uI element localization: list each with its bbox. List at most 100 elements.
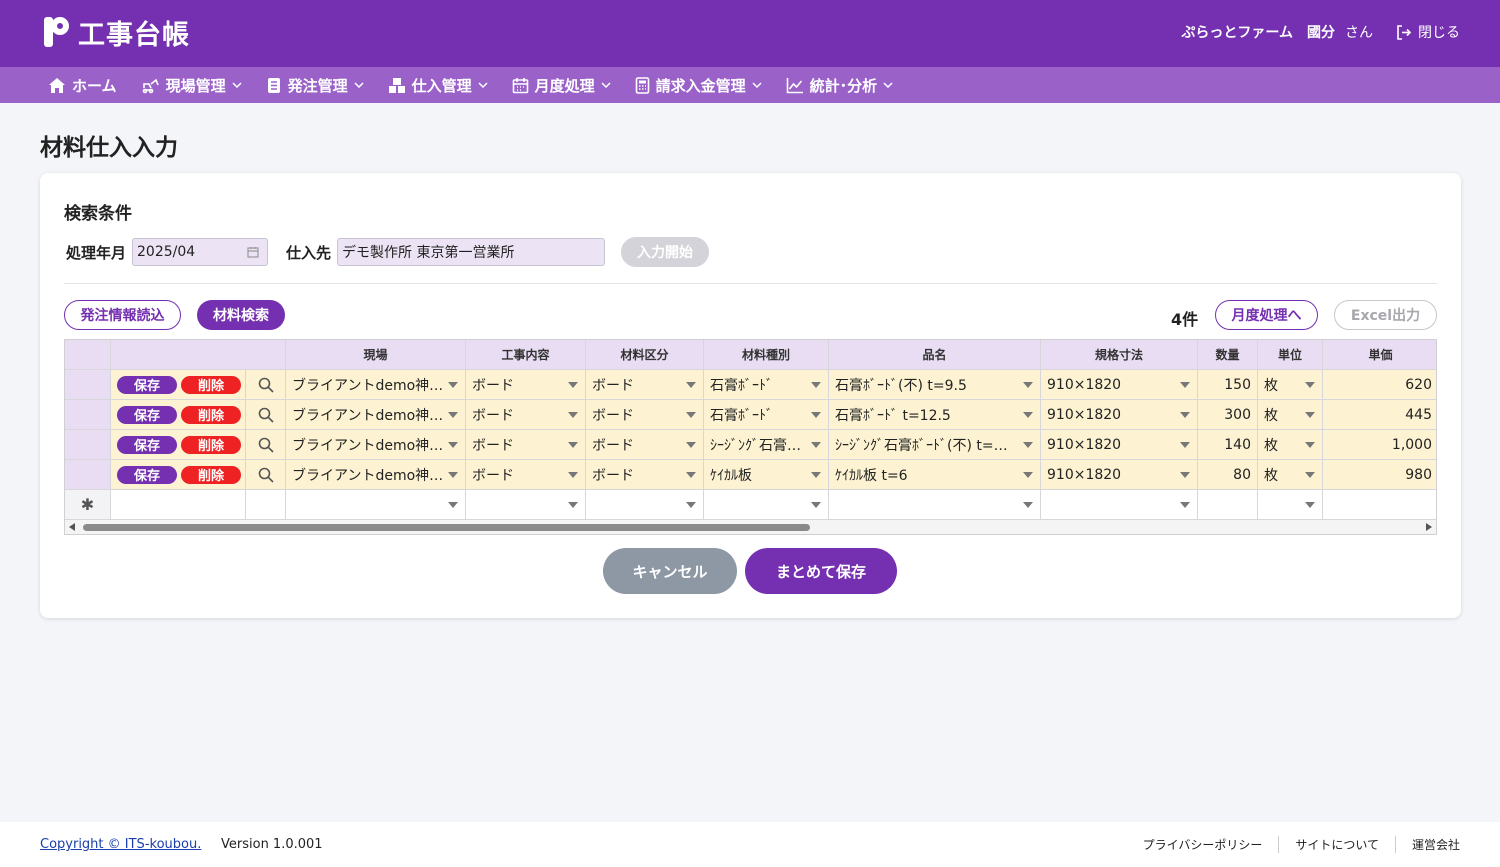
dropdown-arrow-icon[interactable] <box>686 472 696 478</box>
cell-work[interactable]: ボード <box>466 460 586 490</box>
cell-type[interactable]: ｼｰｼﾞﾝｸﾞ石膏… <box>704 430 829 460</box>
dropdown-arrow-icon[interactable] <box>686 382 696 388</box>
nav-item-home[interactable]: ホーム <box>48 75 117 96</box>
column-header-item[interactable]: 品名 <box>829 340 1041 370</box>
dropdown-arrow-icon[interactable] <box>448 412 458 418</box>
row-search-cell[interactable] <box>246 460 286 490</box>
dropdown-arrow-icon[interactable] <box>568 472 578 478</box>
dropdown-arrow-icon[interactable] <box>1023 442 1033 448</box>
row-delete-button[interactable]: 削除 <box>181 435 241 454</box>
table-row[interactable]: 保存 削除 ブライアントdemo神… ボード ボード 石膏ﾎﾞｰﾄﾞ 石膏ﾎﾞｰ… <box>65 400 1436 430</box>
new-row[interactable]: ✱ <box>65 490 1436 520</box>
row-save-button[interactable]: 保存 <box>117 435 177 454</box>
column-header-work[interactable]: 工事内容 <box>466 340 586 370</box>
cell-price[interactable]: 620 <box>1323 370 1436 400</box>
dropdown-arrow-icon[interactable] <box>811 472 821 478</box>
dropdown-arrow-icon[interactable] <box>811 442 821 448</box>
table-row[interactable]: 保存 削除 ブライアントdemo神… ボード ボード ｼｰｼﾞﾝｸﾞ石膏… ｼｰ… <box>65 430 1436 460</box>
cell-work[interactable]: ボード <box>466 430 586 460</box>
cancel-button[interactable]: キャンセル <box>603 548 737 594</box>
dropdown-arrow-icon[interactable] <box>1180 502 1190 508</box>
new-cell-unit[interactable] <box>1258 490 1323 520</box>
privacy-link[interactable]: プライバシーポリシー <box>1127 836 1279 853</box>
dropdown-arrow-icon[interactable] <box>1305 382 1315 388</box>
row-header[interactable] <box>65 400 111 430</box>
column-header-qty[interactable]: 数量 <box>1198 340 1258 370</box>
search-icon[interactable] <box>258 467 274 483</box>
nav-item-stats[interactable]: 統計･分析 <box>786 75 894 96</box>
cell-type[interactable]: 石膏ﾎﾞｰﾄﾞ <box>704 400 829 430</box>
cell-qty[interactable]: 150 <box>1198 370 1258 400</box>
row-save-button[interactable]: 保存 <box>117 465 177 484</box>
scroll-thumb[interactable] <box>83 524 810 531</box>
load-orders-button[interactable]: 発注情報読込 <box>64 300 181 330</box>
app-logo[interactable]: 工事台帳 <box>42 15 190 51</box>
row-header[interactable] <box>65 430 111 460</box>
cell-item[interactable]: ｼｰｼﾞﾝｸﾞ石膏ﾎﾞｰﾄﾞ(不) t=… <box>829 430 1041 460</box>
supplier-input[interactable]: デモ製作所 東京第一営業所 <box>337 238 606 266</box>
company-link[interactable]: 運営会社 <box>1394 836 1460 853</box>
cell-qty[interactable]: 140 <box>1198 430 1258 460</box>
cell-work[interactable]: ボード <box>466 370 586 400</box>
monthly-process-button[interactable]: 月度処理へ <box>1215 300 1318 330</box>
cell-price[interactable]: 445 <box>1323 400 1436 430</box>
row-search-cell[interactable] <box>246 370 286 400</box>
start-input-button[interactable]: 入力開始 <box>621 237 710 267</box>
cell-type[interactable]: ｹｲｶﾙ板 <box>704 460 829 490</box>
dropdown-arrow-icon[interactable] <box>811 382 821 388</box>
cell-site[interactable]: ブライアントdemo神… <box>286 460 466 490</box>
dropdown-arrow-icon[interactable] <box>811 502 821 508</box>
column-header-unit[interactable]: 単位 <box>1258 340 1323 370</box>
dropdown-arrow-icon[interactable] <box>448 382 458 388</box>
new-cell-item[interactable] <box>829 490 1041 520</box>
scroll-right-icon[interactable] <box>1426 523 1432 531</box>
nav-item-monthly[interactable]: 月度処理 <box>512 75 611 96</box>
cell-size[interactable]: 910×1820 <box>1041 430 1198 460</box>
cell-site[interactable]: ブライアントdemo神… <box>286 430 466 460</box>
new-cell-work[interactable] <box>466 490 586 520</box>
search-icon[interactable] <box>258 437 274 453</box>
cell-price[interactable]: 1,000 <box>1323 430 1436 460</box>
cell-site[interactable]: ブライアントdemo神… <box>286 370 466 400</box>
cell-qty[interactable]: 80 <box>1198 460 1258 490</box>
dropdown-arrow-icon[interactable] <box>686 502 696 508</box>
cell-price[interactable]: 980 <box>1323 460 1436 490</box>
column-header-site[interactable]: 現場 <box>286 340 466 370</box>
cell-category[interactable]: ボード <box>586 400 704 430</box>
calendar-picker-icon[interactable] <box>247 246 259 258</box>
dropdown-arrow-icon[interactable] <box>1023 502 1033 508</box>
new-cell-category[interactable] <box>586 490 704 520</box>
dropdown-arrow-icon[interactable] <box>1305 472 1315 478</box>
cell-item[interactable]: ｹｲｶﾙ板 t=6 <box>829 460 1041 490</box>
new-cell-site[interactable] <box>286 490 466 520</box>
dropdown-arrow-icon[interactable] <box>1305 442 1315 448</box>
about-link[interactable]: サイトについて <box>1278 836 1395 853</box>
row-delete-button[interactable]: 削除 <box>181 375 241 394</box>
dropdown-arrow-icon[interactable] <box>1180 442 1190 448</box>
nav-item-billing[interactable]: 請求入金管理 <box>635 75 762 96</box>
dropdown-arrow-icon[interactable] <box>686 442 696 448</box>
search-icon[interactable] <box>258 377 274 393</box>
horizontal-scrollbar[interactable] <box>65 520 1436 534</box>
cell-size[interactable]: 910×1820 <box>1041 460 1198 490</box>
search-icon[interactable] <box>258 407 274 423</box>
cell-category[interactable]: ボード <box>586 430 704 460</box>
cell-item[interactable]: 石膏ﾎﾞｰﾄﾞ t=12.5 <box>829 400 1041 430</box>
dropdown-arrow-icon[interactable] <box>568 442 578 448</box>
cell-work[interactable]: ボード <box>466 400 586 430</box>
cell-qty[interactable]: 300 <box>1198 400 1258 430</box>
column-header-size[interactable]: 規格寸法 <box>1041 340 1198 370</box>
copyright-link[interactable]: Copyright © ITS-koubou. <box>40 837 201 852</box>
dropdown-arrow-icon[interactable] <box>1180 382 1190 388</box>
dropdown-arrow-icon[interactable] <box>448 472 458 478</box>
dropdown-arrow-icon[interactable] <box>1180 412 1190 418</box>
dropdown-arrow-icon[interactable] <box>568 502 578 508</box>
nav-item-purchase[interactable]: 仕入管理 <box>388 75 488 96</box>
dropdown-arrow-icon[interactable] <box>1023 382 1033 388</box>
new-cell-size[interactable] <box>1041 490 1198 520</box>
new-cell-qty[interactable] <box>1198 490 1258 520</box>
logout-button[interactable]: 閉じる <box>1395 22 1460 42</box>
dropdown-arrow-icon[interactable] <box>568 412 578 418</box>
row-search-cell[interactable] <box>246 430 286 460</box>
row-header[interactable] <box>65 370 111 400</box>
